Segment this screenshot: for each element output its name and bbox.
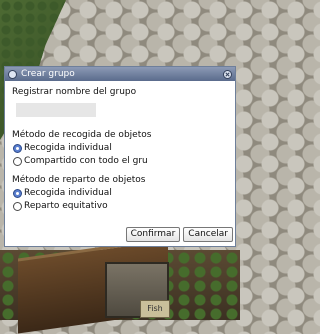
radio-unchecked-icon[interactable] [13, 157, 22, 166]
dialog-title: Crear grupo [21, 69, 75, 79]
distribute-option-label: Recogida individual [24, 188, 112, 198]
collect-option-label: Recogida individual [24, 143, 112, 153]
distribute-option-individual[interactable]: Recogida individual [13, 187, 228, 200]
cancel-button[interactable]: Cancelar [183, 227, 233, 242]
radio-unchecked-icon[interactable] [13, 202, 22, 211]
radio-checked-icon[interactable] [13, 144, 22, 153]
distribute-option-equal[interactable]: Reparto equitativo [13, 200, 228, 213]
collect-option-individual[interactable]: Recogida individual [13, 142, 228, 155]
window-icon [8, 69, 17, 79]
distribute-method-label: Método de reparto de objetos [12, 175, 146, 185]
create-party-dialog: Crear grupo Registrar nombre del grupo M… [4, 66, 236, 247]
radio-checked-icon[interactable] [13, 189, 22, 198]
collect-method-label: Método de recogida de objetos [12, 130, 152, 140]
distribute-option-label: Reparto equitativo [24, 201, 108, 211]
party-name-label: Registrar nombre del grupo [12, 87, 137, 97]
shop-sign: Fish [140, 300, 170, 318]
dialog-titlebar[interactable]: Crear grupo [5, 67, 235, 81]
collect-option-label: Compartido con todo el gru [24, 156, 148, 166]
confirm-button[interactable]: Confirmar [125, 227, 181, 242]
close-icon[interactable] [223, 69, 232, 79]
collect-option-shared[interactable]: Compartido con todo el gru [13, 155, 228, 168]
party-name-input[interactable] [16, 103, 96, 117]
